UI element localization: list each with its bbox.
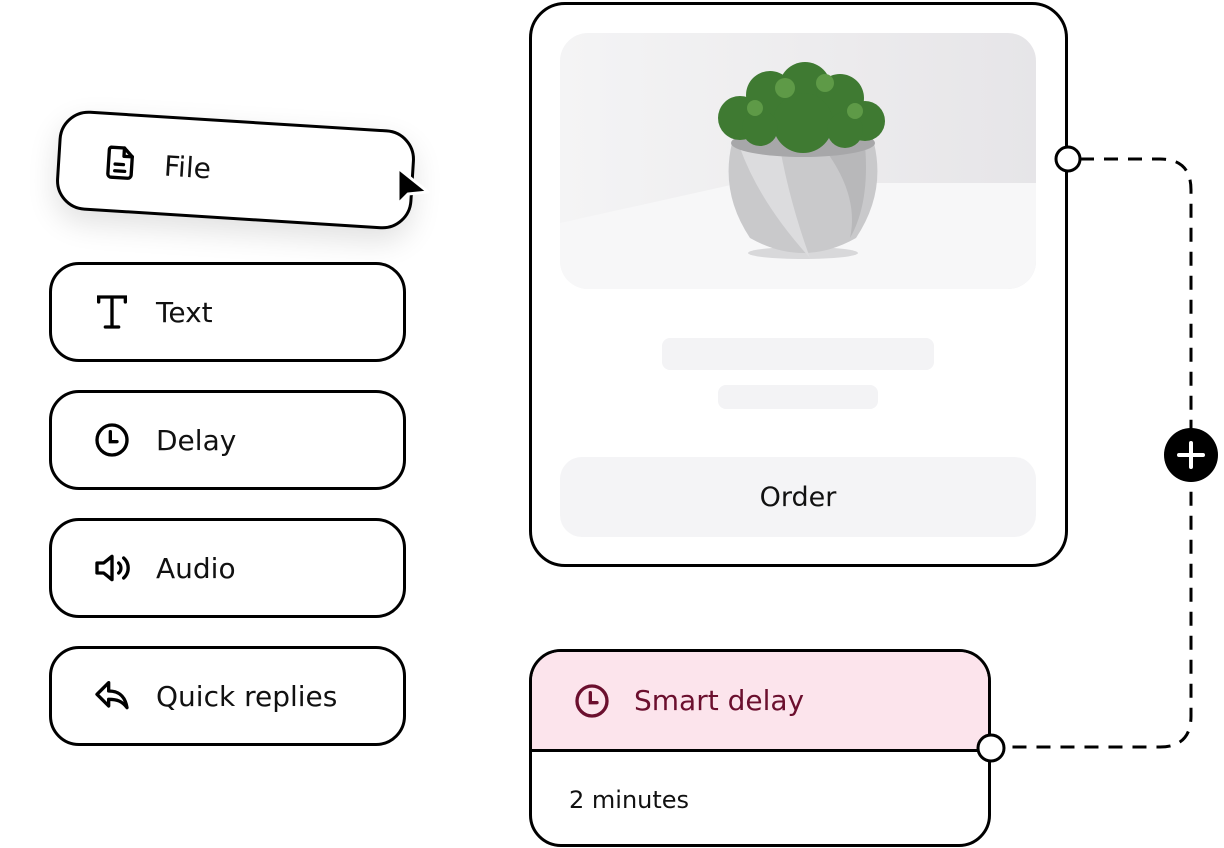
tool-quick-replies[interactable]: Quick replies: [49, 646, 406, 746]
tool-audio[interactable]: Audio: [49, 518, 406, 618]
tool-label: Audio: [156, 551, 236, 585]
tool-label: Text: [156, 295, 213, 329]
smart-delay-title: Smart delay: [634, 684, 805, 717]
title-placeholder: [662, 338, 934, 370]
text-icon: [97, 295, 128, 329]
tool-label: File: [163, 149, 212, 185]
add-step-button[interactable]: [1164, 428, 1218, 482]
tool-label: Delay: [156, 423, 237, 457]
file-icon: [106, 145, 134, 180]
tool-label: Quick replies: [156, 679, 338, 713]
smart-delay-card[interactable]: Smart delay 2 minutes: [529, 649, 991, 847]
tool-text[interactable]: Text: [49, 262, 406, 362]
speaker-icon: [95, 554, 130, 582]
plus-icon: [1177, 441, 1205, 469]
mouse-cursor-icon: [396, 166, 430, 206]
smart-delay-value: 2 minutes: [569, 786, 690, 814]
order-button[interactable]: Order: [560, 457, 1036, 537]
reply-icon: [95, 681, 129, 710]
smart-delay-header: Smart delay: [532, 652, 988, 752]
tool-delay[interactable]: Delay: [49, 390, 406, 490]
product-card[interactable]: Order: [529, 2, 1068, 567]
subtitle-placeholder: [718, 385, 878, 409]
product-image: [560, 33, 1036, 289]
clock-icon: [95, 423, 129, 457]
tool-file[interactable]: File: [54, 108, 417, 232]
clock-icon: [575, 683, 609, 718]
